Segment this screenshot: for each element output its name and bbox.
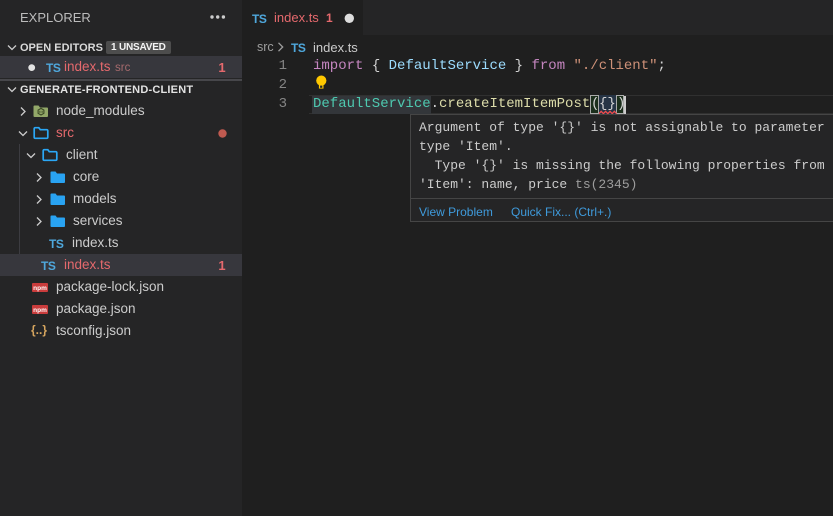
svg-text:npm: npm: [33, 285, 47, 292]
svg-text:npm: npm: [33, 307, 47, 314]
